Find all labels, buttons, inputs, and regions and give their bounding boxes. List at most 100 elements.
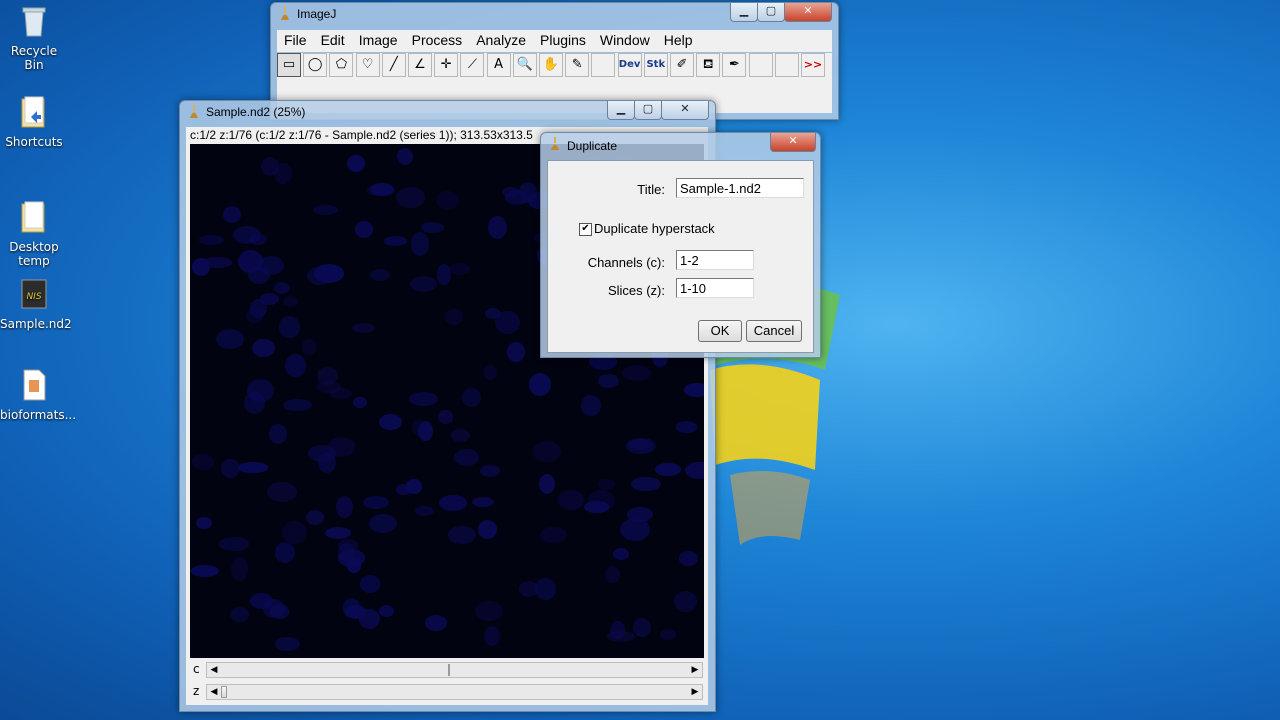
cell-nucleus: [598, 374, 620, 389]
freehand-tool-icon[interactable]: ♡: [355, 53, 380, 77]
empty-tool-slot[interactable]: [591, 53, 616, 77]
cell-nucleus: [260, 292, 279, 305]
cell-nucleus: [275, 636, 300, 651]
maximize-button[interactable]: ▢: [757, 3, 785, 22]
channel-slider[interactable]: ◀ ▶: [206, 662, 703, 678]
cell-nucleus: [360, 575, 380, 594]
cell-nucleus: [317, 451, 336, 473]
polygon-tool-icon[interactable]: ⬠: [329, 53, 354, 77]
desktop-icon-shortcuts[interactable]: Shortcuts: [0, 95, 68, 149]
svg-text:NIS: NIS: [26, 292, 41, 302]
minimize-button[interactable]: ▁: [607, 101, 635, 120]
hand-tool-icon[interactable]: ✋: [539, 53, 563, 77]
cell-nucleus: [655, 462, 681, 477]
cell-nucleus: [505, 189, 529, 205]
cell-nucleus: [282, 521, 308, 545]
desktop-icon-bioformats[interactable]: bioformats...: [0, 368, 76, 422]
z-slider[interactable]: ◀ ▶: [206, 684, 703, 700]
close-button[interactable]: ✕: [770, 133, 816, 152]
desktop-icon-label: Recycle Bin: [10, 44, 58, 72]
imagej-app-icon: [190, 105, 198, 118]
image-info-line: c:1/2 z:1/76 (c:1/2 z:1/76 - Sample.nd2 …: [190, 128, 533, 142]
oval-tool-icon[interactable]: ◯: [303, 53, 328, 77]
cell-nucleus: [482, 364, 497, 380]
cell-nucleus: [684, 461, 704, 480]
cell-nucleus: [191, 257, 211, 276]
cell-nucleus: [449, 263, 470, 275]
cell-nucleus: [633, 617, 652, 637]
cell-nucleus: [587, 490, 615, 511]
wand-tool-icon[interactable]: ⟋: [460, 53, 485, 77]
minimize-button[interactable]: ▁: [730, 3, 758, 22]
cell-nucleus: [676, 421, 698, 433]
cell-nucleus: [475, 600, 503, 622]
more-tools-icon[interactable]: >>: [801, 53, 825, 77]
menu-analyze[interactable]: Analyze: [469, 30, 533, 50]
duplicate-hyperstack-checkbox[interactable]: ✔: [579, 223, 592, 236]
maximize-button[interactable]: ▢: [634, 101, 662, 120]
menu-plugins[interactable]: Plugins: [533, 30, 593, 50]
desktop-icon-sample-nd2[interactable]: NIS Sample.nd2: [0, 277, 72, 331]
menu-image[interactable]: Image: [352, 30, 405, 50]
cell-nucleus: [424, 615, 447, 632]
title-input[interactable]: [676, 178, 804, 198]
cancel-button[interactable]: Cancel: [746, 320, 802, 342]
cell-nucleus: [558, 489, 584, 511]
close-button[interactable]: ✕: [784, 3, 832, 22]
menu-edit[interactable]: Edit: [314, 30, 352, 50]
scroll-right-icon[interactable]: ▶: [688, 685, 702, 699]
imagej-app-icon: [281, 7, 289, 20]
dialog-titlebar[interactable]: Duplicate ✕: [541, 133, 820, 155]
imagej-titlebar[interactable]: ImageJ ▁ ▢ ✕: [271, 3, 838, 25]
close-button[interactable]: ✕: [661, 101, 709, 120]
scroll-right-icon[interactable]: ▶: [688, 663, 702, 677]
line-tool-icon[interactable]: ╱: [381, 53, 406, 77]
menu-process[interactable]: Process: [405, 30, 470, 50]
cell-nucleus: [471, 496, 494, 508]
scroll-left-icon[interactable]: ◀: [207, 685, 221, 699]
text-tool-icon[interactable]: A: [486, 53, 511, 77]
cell-nucleus: [409, 276, 438, 293]
image-window-titlebar[interactable]: Sample.nd2 (25%) ▁ ▢ ✕: [180, 101, 715, 123]
window-title: Sample.nd2 (25%): [206, 105, 306, 119]
empty-tool-slot[interactable]: [748, 53, 773, 77]
stk-tool-icon[interactable]: Stk: [643, 53, 668, 77]
rectangle-tool-icon[interactable]: ▭: [277, 53, 301, 77]
menu-help[interactable]: Help: [657, 30, 700, 50]
cell-nucleus: [238, 250, 263, 273]
pencil-tool-icon[interactable]: ✒: [722, 53, 747, 77]
cell-nucleus: [447, 525, 477, 544]
menu-file[interactable]: File: [277, 30, 314, 50]
cell-nucleus: [229, 607, 250, 622]
cell-nucleus: [659, 628, 677, 640]
ok-button[interactable]: OK: [698, 320, 742, 342]
cell-nucleus: [191, 564, 220, 578]
cell-nucleus: [279, 316, 300, 338]
point-tool-icon[interactable]: ✛: [434, 53, 459, 77]
cell-nucleus: [215, 328, 244, 349]
scroll-left-icon[interactable]: ◀: [207, 663, 221, 677]
magnifier-tool-icon[interactable]: 🔍: [512, 53, 537, 77]
cell-nucleus: [307, 267, 333, 285]
angle-tool-icon[interactable]: ∠: [408, 53, 432, 77]
channels-input[interactable]: [676, 250, 754, 270]
cell-nucleus: [267, 482, 297, 502]
dev-tool-icon[interactable]: Dev: [617, 53, 642, 77]
empty-tool-slot[interactable]: [774, 53, 799, 77]
cell-nucleus: [351, 322, 375, 334]
desktop-icon-desktop-temp[interactable]: Desktop temp: [0, 186, 68, 282]
z-slider-thumb[interactable]: [221, 686, 227, 698]
dropper-tool-icon[interactable]: ✎: [565, 53, 590, 77]
cell-nucleus: [487, 215, 507, 239]
cell-nucleus: [538, 474, 556, 495]
cell-nucleus: [247, 378, 274, 403]
channel-slider-thumb[interactable]: [448, 664, 450, 676]
slices-input[interactable]: [676, 278, 754, 298]
cell-nucleus: [409, 391, 439, 407]
menu-window[interactable]: Window: [593, 30, 657, 50]
cell-nucleus: [438, 495, 467, 512]
desktop-icon-recycle-bin[interactable]: Recycle Bin: [0, 4, 68, 72]
flood-fill-tool-icon[interactable]: ⛾: [696, 53, 721, 77]
desktop-icon-label: Shortcuts: [5, 135, 63, 149]
brush-tool-icon[interactable]: ✐: [670, 53, 694, 77]
